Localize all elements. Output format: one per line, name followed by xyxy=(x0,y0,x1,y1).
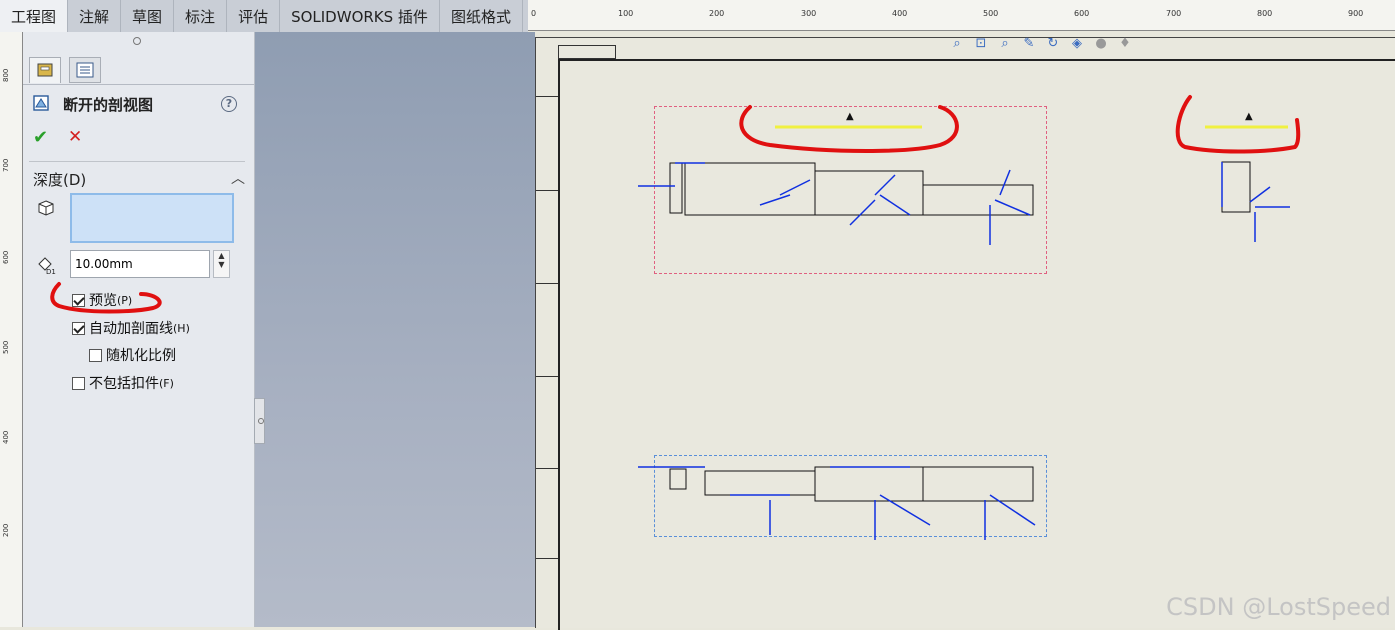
configuration-manager-tab[interactable] xyxy=(69,57,101,83)
cube-icon xyxy=(38,200,54,216)
pan-icon[interactable]: ✎ xyxy=(1020,35,1038,53)
cancel-button[interactable]: ✕ xyxy=(68,127,82,147)
broken-out-section-icon xyxy=(33,95,49,111)
vruler-label: 600 xyxy=(2,250,10,264)
depth-reference-selection-box[interactable] xyxy=(70,193,234,243)
property-manager: 断开的剖视图 ? ✔ ✕ 深度(D) ︿ D1 ▲▼ 预览(P) 自动加剖面线(… xyxy=(23,32,255,627)
depth-icon: D1 xyxy=(38,257,56,276)
hruler-label: 300 xyxy=(801,9,817,18)
auto-hatch-hotkey: (H) xyxy=(173,321,190,335)
pm-tab-row xyxy=(23,54,254,85)
exclude-fasteners-label: 不包括扣件 xyxy=(89,376,159,392)
auto-hatch-label: 自动加剖面线 xyxy=(89,321,173,337)
panel-grip[interactable] xyxy=(133,37,141,45)
hide-show-icon[interactable]: ● xyxy=(1092,35,1110,53)
red-annotation-stroke xyxy=(50,282,162,314)
vruler-label: 400 xyxy=(2,430,10,444)
tab-solidworks-addins[interactable]: SOLIDWORKS 插件 xyxy=(280,0,440,32)
watermark: CSDN @LostSpeed xyxy=(1166,593,1391,621)
rotate-icon[interactable]: ↻ xyxy=(1044,35,1062,53)
hruler-label: 900 xyxy=(1348,9,1364,18)
randomize-label: 随机化比例 xyxy=(106,348,176,364)
hruler-label: 800 xyxy=(1257,9,1273,18)
vruler-label: 500 xyxy=(2,340,10,354)
hruler-label: 500 xyxy=(983,9,999,18)
zone-divider xyxy=(536,558,558,559)
exclude-fasteners-checkbox[interactable] xyxy=(72,376,85,390)
vertical-ruler: 800 700 600 500 400 200 xyxy=(0,32,23,627)
tab-sketch[interactable]: 草图 xyxy=(121,0,175,32)
svg-text:▲: ▲ xyxy=(1245,111,1253,122)
vruler-label: 700 xyxy=(2,158,10,172)
ok-button[interactable]: ✔ xyxy=(33,127,48,148)
page-title: 断开的剖视图 xyxy=(63,96,154,114)
hruler-label: 100 xyxy=(618,9,634,18)
list-icon xyxy=(76,62,94,78)
property-manager-tab[interactable] xyxy=(29,57,61,83)
hruler-label: 600 xyxy=(1074,9,1090,18)
chevron-up-icon[interactable]: ︿ xyxy=(231,168,245,188)
tab-annotation[interactable]: 注解 xyxy=(68,0,122,32)
command-manager-tabs: 工程图 注解 草图 标注 评估 SOLIDWORKS 插件 图纸格式 xyxy=(0,0,528,33)
display-style-icon[interactable]: ◈ xyxy=(1068,35,1086,53)
appearance-icon[interactable]: ♦ xyxy=(1116,35,1134,53)
divider xyxy=(29,161,245,162)
zone-divider xyxy=(536,376,558,377)
auto-hatch-checkbox[interactable] xyxy=(72,321,85,335)
zone-divider xyxy=(536,468,558,469)
zoom-icon[interactable]: ⌕ xyxy=(996,35,1014,53)
hruler-label: 400 xyxy=(892,9,908,18)
tab-evaluate[interactable]: 评估 xyxy=(227,0,281,32)
property-manager-icon xyxy=(37,63,53,77)
horizontal-ruler: 0 100 200 300 400 500 600 700 800 900 xyxy=(528,0,1395,31)
svg-text:▲: ▲ xyxy=(846,111,854,122)
graphics-area-background xyxy=(255,32,535,627)
tab-dimension[interactable]: 标注 xyxy=(174,0,228,32)
svg-text:D1: D1 xyxy=(46,268,56,276)
zone-divider xyxy=(536,96,558,97)
panel-collapse-handle[interactable] xyxy=(254,398,265,444)
exclude-fasteners-checkbox-row[interactable]: 不包括扣件 (F) xyxy=(72,373,174,393)
help-icon[interactable]: ? xyxy=(221,96,237,112)
tab-drawing[interactable]: 工程图 xyxy=(0,0,69,32)
tab-sheet-format[interactable]: 图纸格式 xyxy=(440,0,523,32)
heads-up-view-toolbar: ⌕ ⊡ ⌕ ✎ ↻ ◈ ● ♦ xyxy=(948,35,1134,53)
auto-hatch-checkbox-row[interactable]: 自动加剖面线 (H) xyxy=(72,318,190,338)
zone-divider xyxy=(536,283,558,284)
vruler-label: 800 xyxy=(2,68,10,82)
zoom-area-icon[interactable]: ⊡ xyxy=(972,35,990,53)
sheet-tag xyxy=(558,45,616,59)
zoom-fit-icon[interactable]: ⌕ xyxy=(948,35,966,53)
randomize-checkbox[interactable] xyxy=(89,348,102,362)
drawing-view-side[interactable]: ▲ xyxy=(1160,92,1310,252)
hruler-label: 700 xyxy=(1166,9,1182,18)
depth-value-input[interactable] xyxy=(70,250,210,278)
zone-divider xyxy=(536,190,558,191)
depth-section-title[interactable]: 深度(D) xyxy=(33,169,86,190)
depth-spinner[interactable]: ▲ ▼ xyxy=(213,250,230,278)
hruler-label: 0 xyxy=(531,9,537,18)
drawing-view-top-geometry xyxy=(638,466,1036,540)
vruler-label: 200 xyxy=(2,523,10,537)
hruler-label: 200 xyxy=(709,9,725,18)
exclude-fasteners-hotkey: (F) xyxy=(159,376,174,390)
randomize-checkbox-row[interactable]: 随机化比例 xyxy=(89,345,176,365)
drawing-view-front-geometry: ▲ xyxy=(638,105,1034,245)
